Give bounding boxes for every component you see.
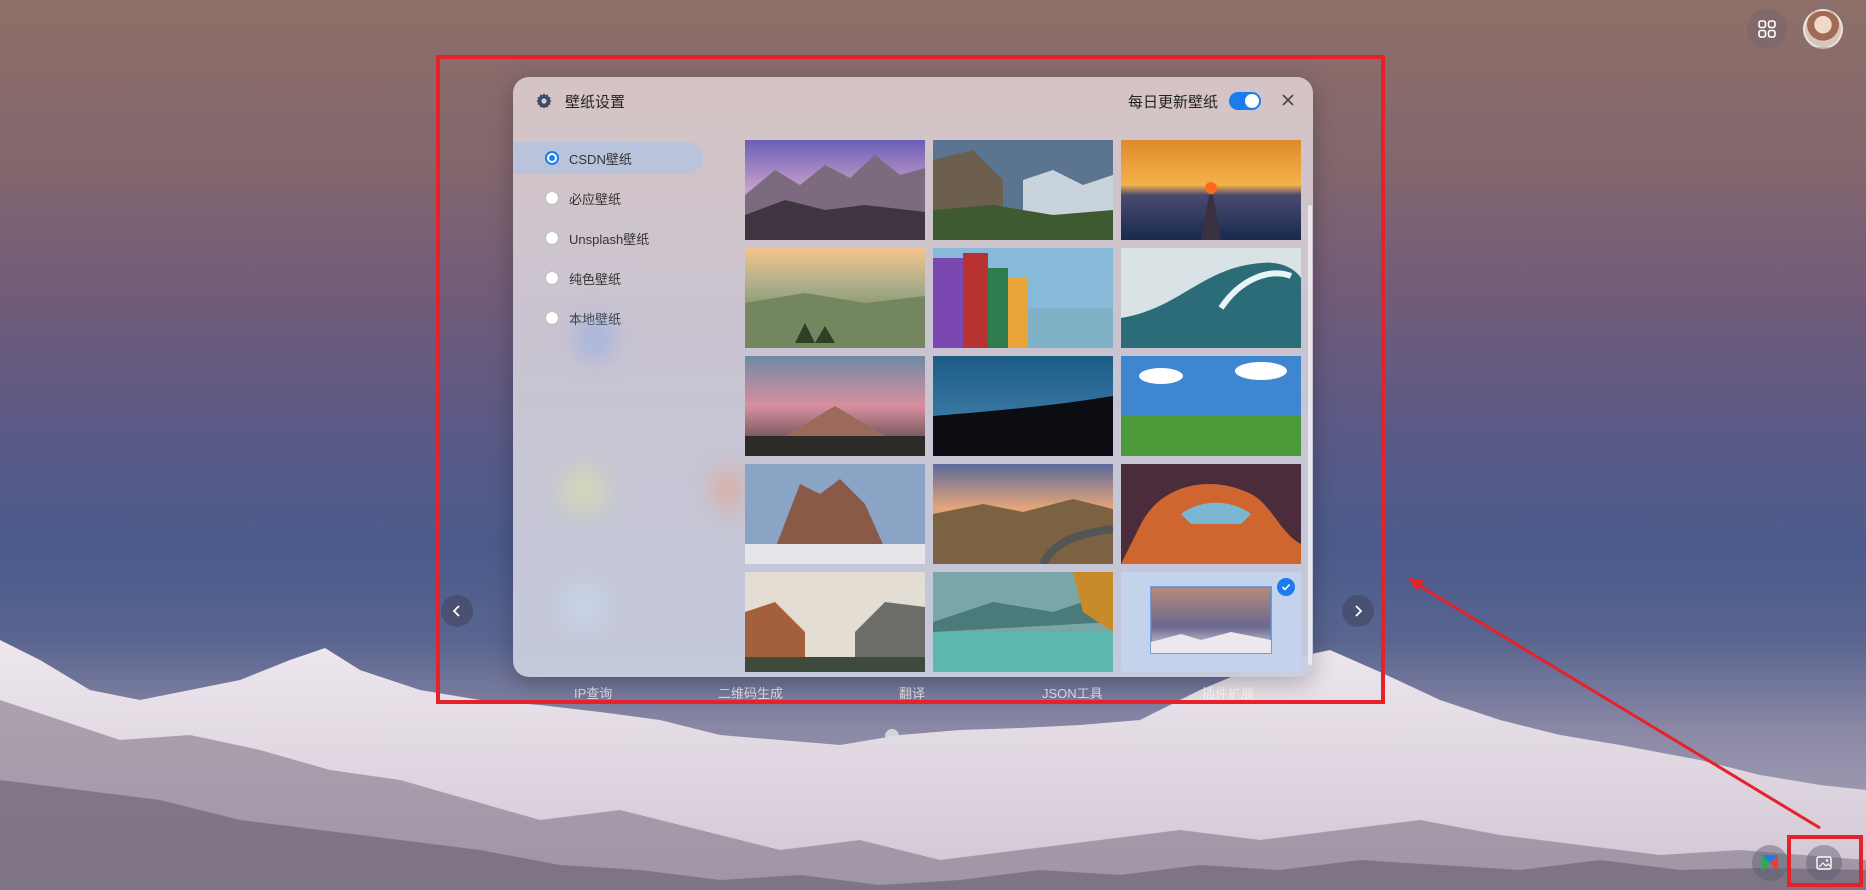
annotation-arrow [1408, 578, 1821, 830]
